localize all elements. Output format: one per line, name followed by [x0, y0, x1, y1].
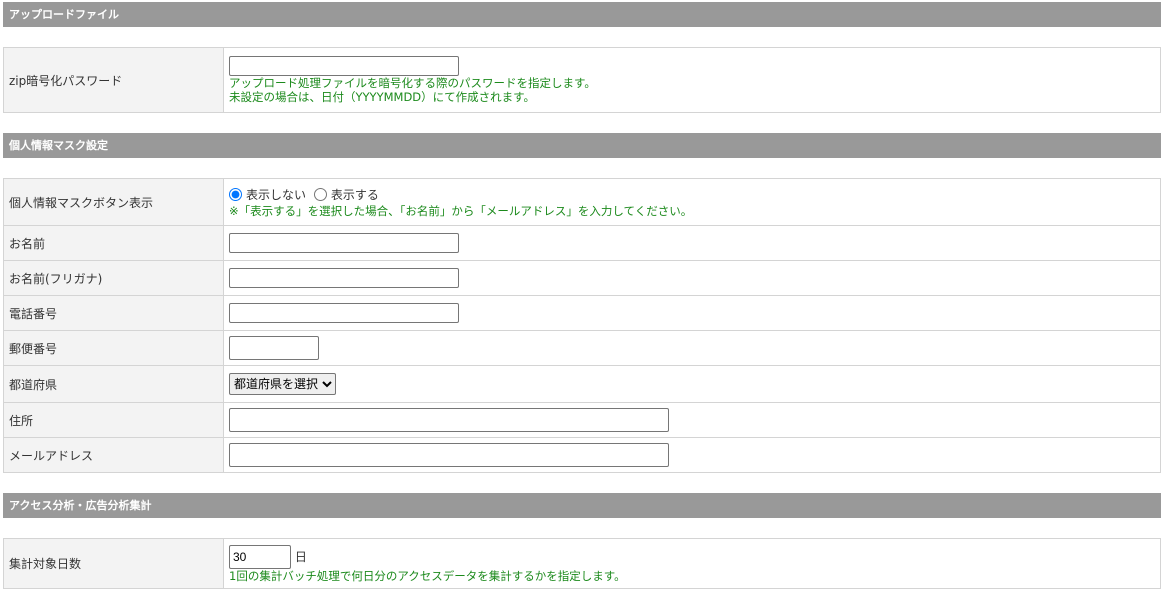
tel-label: 電話番号 — [3, 295, 224, 331]
section-header-access: アクセス分析・広告分析集計 — [3, 493, 1161, 518]
email-label: メールアドレス — [3, 437, 224, 473]
radio-show-label: 表示する — [330, 188, 379, 202]
kana-label: お名前(フリガナ) — [3, 260, 224, 296]
mask-note: ※「表示する」を選択した場合、「お名前」から「メールアドレス」を入力してください… — [229, 204, 693, 218]
radio-hide-label: 表示しない — [246, 188, 307, 202]
email-input[interactable] — [229, 443, 669, 467]
days-label: 集計対象日数 — [3, 538, 224, 589]
days-input[interactable] — [229, 544, 291, 569]
mask-button-label: 個人情報マスクボタン表示 — [3, 178, 224, 226]
mask-settings-table: 個人情報マスクボタン表示 表示しない 表示する ※「表示する」を選択した場合、「… — [3, 178, 1161, 473]
zip-input[interactable] — [229, 336, 319, 360]
section-header-mask: 個人情報マスク設定 — [3, 133, 1161, 158]
zip-password-note-2: 未設定の場合は、日付（YYYYMMDD）にて作成されます。 — [229, 90, 536, 104]
access-settings-table: 集計対象日数 日 1回の集計バッチ処理で何日分のアクセスデータを集計するかを指定… — [3, 538, 1161, 589]
radio-hide[interactable]: 表示しない — [229, 186, 306, 203]
days-note: 1回の集計バッチ処理で何日分のアクセスデータを集計するかを指定します。 — [229, 568, 626, 583]
radio-show-input[interactable] — [313, 188, 327, 201]
zip-password-label: zip暗号化パスワード — [3, 47, 224, 113]
kana-input[interactable] — [229, 268, 459, 288]
days-unit: 日 — [294, 549, 307, 564]
zip-label: 郵便番号 — [3, 330, 224, 366]
upload-settings-table: zip暗号化パスワード アップロード処理ファイルを暗号化する際のパスワードを指定… — [3, 47, 1161, 113]
zip-password-input[interactable] — [229, 56, 459, 76]
tel-input[interactable] — [229, 303, 459, 323]
section-header-upload: アップロードファイル — [3, 2, 1161, 27]
radio-show[interactable]: 表示する — [313, 186, 379, 203]
address-label: 住所 — [3, 402, 224, 438]
pref-select[interactable]: 都道府県を選択 — [229, 373, 336, 395]
address-input[interactable] — [229, 408, 669, 432]
radio-hide-input[interactable] — [229, 188, 242, 201]
zip-password-note-1: アップロード処理ファイルを暗号化する際のパスワードを指定します。 — [229, 76, 596, 90]
name-input[interactable] — [229, 233, 459, 253]
name-label: お名前 — [3, 225, 224, 261]
pref-label: 都道府県 — [3, 365, 224, 403]
